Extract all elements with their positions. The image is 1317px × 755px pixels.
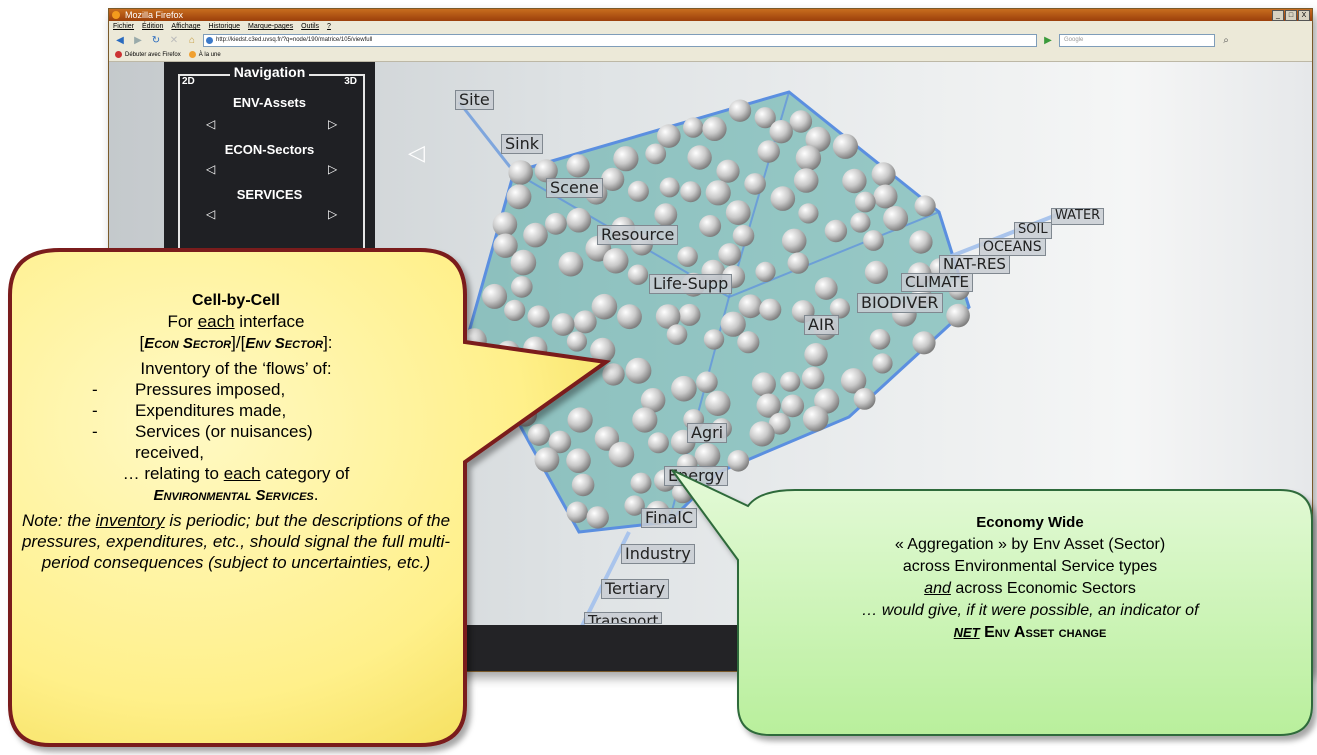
list-item: - Services (or nuisances) received,	[92, 422, 313, 462]
interface-line: For each interface	[167, 312, 305, 331]
inventory-line: Inventory of the ‘flows’ of:	[140, 359, 332, 378]
relating-line: … relating to each category of	[122, 464, 350, 483]
economy-wide-heading: Economy Wide	[976, 514, 1084, 531]
net-change-line: net Env Asset change	[953, 624, 1107, 641]
cell-by-cell-heading: Cell-by-Cell	[191, 292, 280, 309]
indicator-line: … would give, if it were possible, an in…	[861, 602, 1199, 619]
interface-brackets: [Econ Sector]/[Env Sector]:	[139, 333, 333, 352]
list-item: - Expenditures made,	[92, 401, 287, 420]
list-item: - Pressures imposed,	[92, 380, 286, 399]
cell-by-cell-text: Cell-by-Cell For each interface [Econ Se…	[12, 290, 460, 593]
env-services-line: Environmental Services.	[153, 485, 319, 504]
economy-wide-text: Economy Wide « Aggregation » by Env Asse…	[760, 512, 1300, 644]
flows-list: - Pressures imposed, - Expenditures made, …	[12, 379, 460, 463]
economic-sectors-line: and across Economic Sectors	[924, 580, 1136, 597]
note-text: Note: the inventory is periodic; but the…	[21, 511, 451, 572]
aggregation-line: « Aggregation » by Env Asset (Sector)	[894, 536, 1166, 553]
service-types-line: across Environmental Service types	[902, 558, 1158, 575]
